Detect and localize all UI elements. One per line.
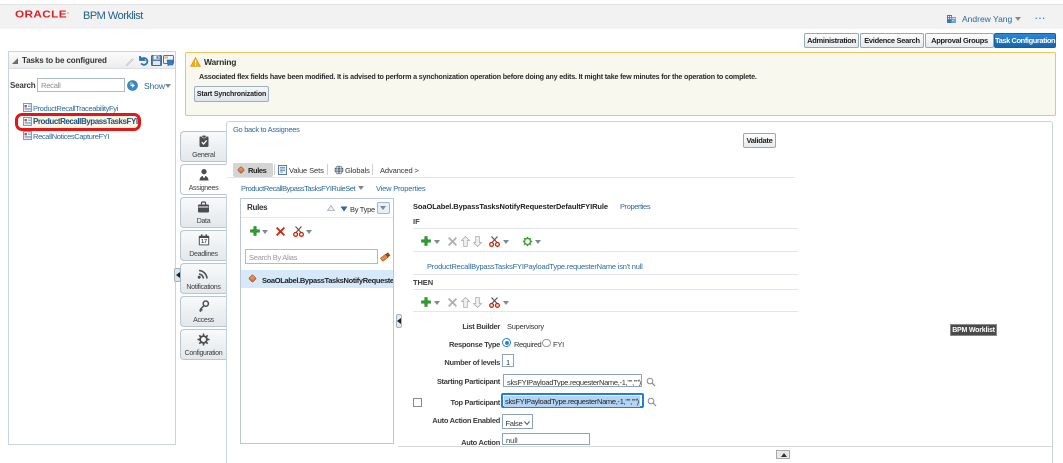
svg-text:17: 17: [200, 239, 206, 245]
